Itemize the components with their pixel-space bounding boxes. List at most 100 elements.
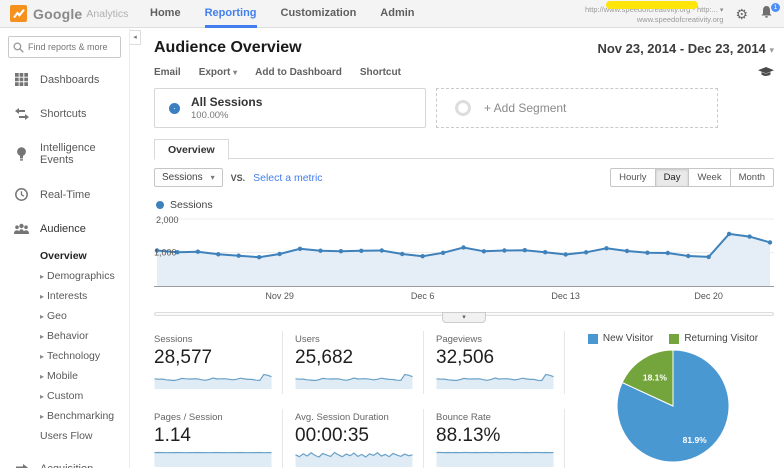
- pie-slice-value: 81.9%: [683, 435, 708, 445]
- sessions-area-fill: [157, 233, 770, 286]
- granularity-month[interactable]: Month: [730, 168, 774, 187]
- account-property-line2: www.speedofcreativity.org: [636, 15, 724, 25]
- metric-value: 32,506: [436, 347, 495, 368]
- report-actions: Email Export ▾ Add to Dashboard Shortcut: [154, 63, 774, 86]
- data-point: [297, 246, 303, 251]
- metric-card-avg-session-duration: Avg. Session Duration 00:00:35: [295, 409, 424, 468]
- nav-customization[interactable]: Customization: [281, 0, 357, 28]
- data-point: [277, 251, 282, 257]
- legend-swatch-icon: [669, 333, 680, 344]
- expand-arrow-icon: ▸: [40, 291, 45, 301]
- select-a-metric-link[interactable]: Select a metric: [253, 172, 322, 184]
- data-point: [195, 249, 201, 254]
- segment-all-sessions[interactable]: All Sessions 100.00%: [154, 88, 426, 128]
- expand-arrow-icon: ▸: [40, 331, 45, 341]
- data-point: [481, 249, 487, 254]
- sidebar-nav: Dashboards Shortcuts Intelligence Events Re…: [0, 62, 129, 468]
- nav-home[interactable]: Home: [150, 0, 181, 28]
- sidebar-item-custom[interactable]: ▸ Custom: [0, 386, 129, 406]
- notifications-bell-icon[interactable]: 1: [760, 3, 780, 23]
- data-point: [522, 248, 527, 253]
- google-analytics-app: Google Analytics Home Reporting Customizat…: [0, 0, 784, 468]
- sidebar-item-dashboards[interactable]: Dashboards: [0, 62, 129, 97]
- visitor-type-panel: New Visitor Returning Visitor 81.9% 18.1%: [558, 331, 774, 468]
- y-tick-label: 2,000: [156, 215, 179, 225]
- sessions-legend-label: Sessions: [170, 199, 213, 211]
- add-segment-button[interactable]: + Add Segment: [436, 88, 718, 128]
- granularity-day[interactable]: Day: [655, 168, 690, 187]
- chart-collapse-tab[interactable]: ▾: [442, 312, 486, 323]
- data-point: [563, 252, 568, 257]
- notification-badge: 1: [771, 3, 780, 12]
- report-search: [8, 36, 121, 58]
- metric-label: Pages / Session: [154, 412, 223, 423]
- sidebar-item-intelligence-events[interactable]: Intelligence Events: [0, 131, 129, 177]
- analytics-logo-icon: [10, 5, 27, 22]
- sidebar-item-overview[interactable]: Overview: [0, 246, 129, 266]
- x-tick-label: Dec 6: [411, 291, 435, 301]
- segment-percent: 100.00%: [191, 110, 229, 121]
- education-cap-icon[interactable]: [758, 67, 774, 78]
- nav-reporting[interactable]: Reporting: [204, 0, 257, 28]
- metric-value: 88.13%: [436, 425, 501, 446]
- expand-arrow-icon: ▸: [40, 391, 45, 401]
- title-row: Audience Overview Nov 23, 2014 - Dec 23,…: [154, 28, 774, 63]
- brand-analytics: Analytics: [86, 7, 129, 20]
- intelligence-icon: [14, 147, 29, 161]
- sidebar-item-benchmarking[interactable]: ▸ Benchmarking: [0, 406, 129, 426]
- sidebar-collapse-handle[interactable]: ◂: [130, 30, 141, 45]
- metric-card-pages-session: Pages / Session 1.14: [154, 409, 283, 468]
- sidebar-item-behavior[interactable]: ▸ Behavior: [0, 326, 129, 346]
- data-point: [624, 248, 630, 254]
- caret-down-icon: ▾: [719, 6, 724, 14]
- search-input[interactable]: [8, 36, 121, 58]
- chart-scrollbar[interactable]: ▾: [154, 310, 774, 323]
- sessions-chart-area: 2,000 1,000 Nov 29 Dec 6 Dec 13 Dec 20 ▾: [154, 213, 774, 323]
- settings-gear-icon[interactable]: ⚙: [735, 7, 748, 21]
- sidebar-item-audience[interactable]: Audience: [0, 212, 129, 246]
- legend-returning-visitor: Returning Visitor: [669, 333, 758, 344]
- legend-swatch-icon: [587, 333, 598, 344]
- sessions-legend-dot-icon: [156, 201, 164, 209]
- sidebar-item-geo[interactable]: ▸ Geo: [0, 306, 129, 326]
- tab-overview[interactable]: Overview: [154, 139, 229, 160]
- caret-down-icon: ▾: [210, 173, 215, 182]
- sidebar-item-interests[interactable]: ▸ Interests: [0, 286, 129, 306]
- metric-value: 28,577: [154, 347, 213, 368]
- expand-arrow-icon: ▸: [40, 351, 45, 361]
- data-point: [767, 240, 773, 245]
- action-shortcut[interactable]: Shortcut: [360, 67, 401, 78]
- metric-dropdown[interactable]: Sessions ▾: [154, 168, 223, 187]
- sidebar: DashboardsShortcutsIntelligence EventsRe…: [0, 28, 130, 468]
- expand-arrow-icon: ▸: [40, 311, 45, 321]
- sidebar-item-technology[interactable]: ▸ Technology: [0, 346, 129, 366]
- sidebar-item-shortcuts[interactable]: Shortcuts: [0, 97, 129, 131]
- nav-admin[interactable]: Admin: [380, 0, 414, 28]
- sidebar-item-demographics[interactable]: ▸ Demographics: [0, 266, 129, 286]
- sidebar-item-acquisition[interactable]: Acquisition: [0, 451, 129, 468]
- action-email[interactable]: Email: [154, 67, 181, 78]
- granularity-week[interactable]: Week: [689, 168, 731, 187]
- metric-card-bounce-rate: Bounce Rate 88.13%: [436, 409, 565, 468]
- metric-card-sessions: Sessions 28,577: [154, 331, 283, 394]
- legend-new-visitor: New Visitor: [587, 333, 653, 344]
- granularity-hourly[interactable]: Hourly: [610, 168, 656, 187]
- action-add-to-dashboard[interactable]: Add to Dashboard: [255, 67, 342, 78]
- data-point: [665, 250, 670, 256]
- expand-arrow-icon: ▸: [40, 371, 45, 381]
- sessions-line-chart: 2,000 1,000 Nov 29 Dec 6 Dec 13 Dec 20: [154, 215, 774, 301]
- sidebar-item-real-time[interactable]: Real-Time: [0, 177, 129, 212]
- data-point: [236, 253, 241, 258]
- granularity-buttons: Hourly Day Week Month: [610, 168, 774, 187]
- tab-row: Overview: [154, 138, 774, 160]
- data-point: [747, 234, 752, 239]
- sidebar-item-users-flow[interactable]: Users Flow: [0, 426, 129, 446]
- data-point: [338, 249, 344, 254]
- sidebar-item-mobile[interactable]: ▸ Mobile: [0, 366, 129, 386]
- data-point: [461, 245, 466, 250]
- metric-sparkline: [154, 451, 272, 467]
- metric-value: 00:00:35: [295, 425, 369, 446]
- action-export[interactable]: Export ▾: [199, 67, 237, 78]
- shortcuts-icon: [14, 108, 29, 120]
- date-range-selector[interactable]: Nov 23, 2014 - Dec 23, 2014 ▾: [597, 41, 774, 56]
